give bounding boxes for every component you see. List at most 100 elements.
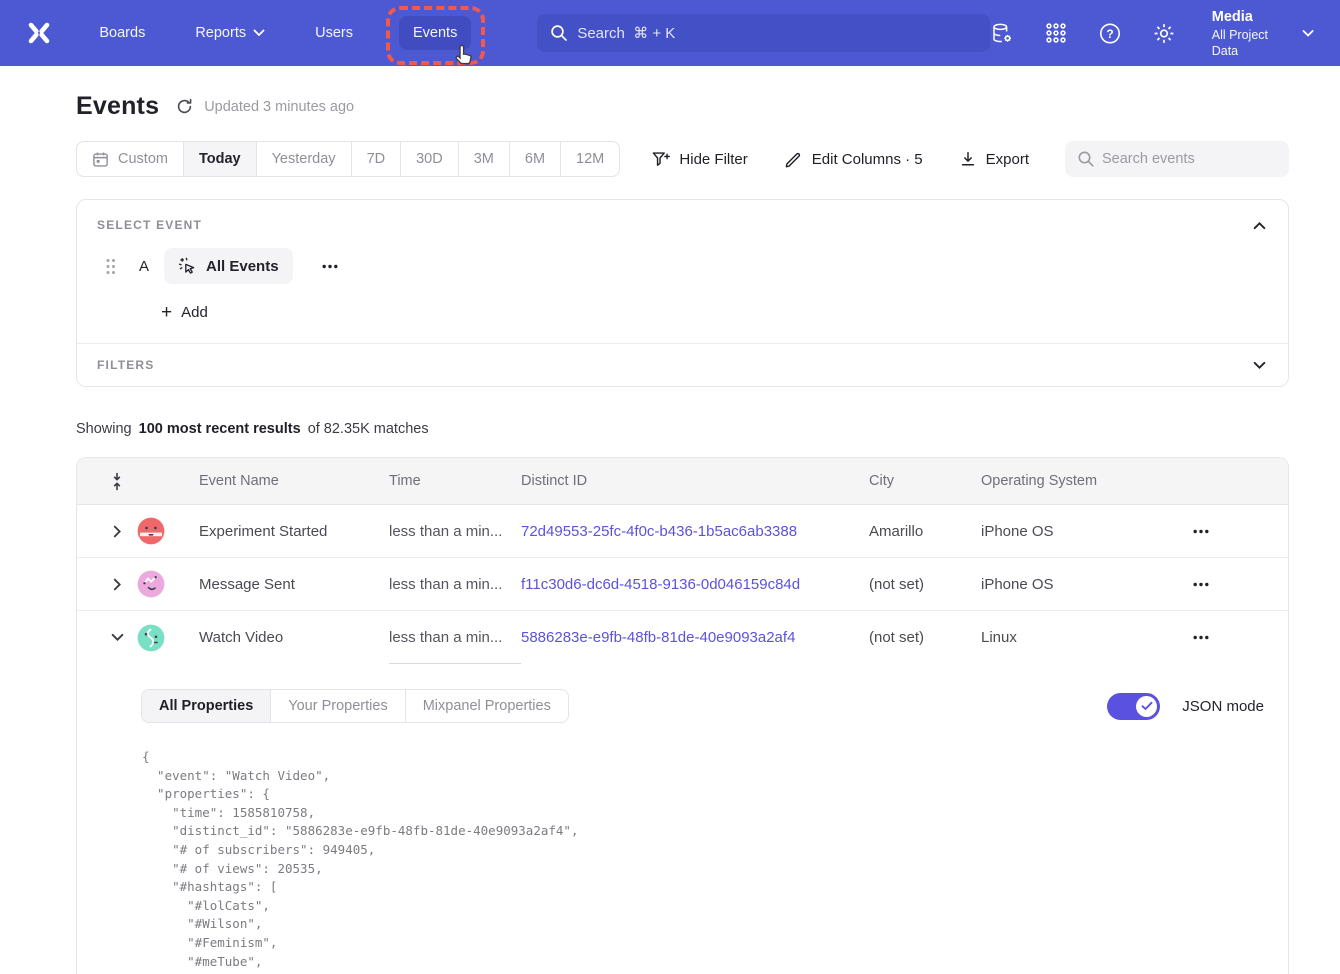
mixpanel-logo[interactable] (24, 18, 53, 48)
add-event-button[interactable]: + Add (77, 284, 208, 343)
project-scope: All Project Data (1212, 27, 1292, 59)
search-icon (1077, 150, 1095, 168)
event-more-options-button[interactable] (318, 260, 342, 273)
export-button[interactable]: Export (959, 150, 1029, 168)
event-selector-chip[interactable]: All Events (164, 248, 293, 284)
chevron-down-icon (253, 29, 265, 37)
toggle-knob (1136, 696, 1157, 717)
table-row[interactable]: Message Sent less than a min... f11c30d6… (77, 558, 1288, 611)
select-event-header: SELECT EVENT (77, 200, 1288, 232)
settings-gear-icon[interactable] (1152, 21, 1176, 45)
filters-label: FILTERS (97, 358, 155, 372)
cell-time: less than a min... (389, 505, 521, 557)
properties-tabs: All Properties Your Properties Mixpanel … (141, 689, 569, 723)
events-table: Event Name Time Distinct ID City Operati… (76, 457, 1289, 974)
nav-users[interactable]: Users (301, 16, 367, 50)
row-more-options-button[interactable] (1181, 635, 1221, 640)
cell-city: Amarillo (869, 523, 981, 540)
date-range-yesterday[interactable]: Yesterday (256, 142, 351, 176)
event-avatar (137, 570, 165, 598)
updated-text: Updated 3 minutes ago (204, 99, 354, 115)
date-range-custom[interactable]: Custom (77, 142, 183, 176)
drag-handle-icon[interactable] (105, 258, 116, 275)
event-avatar (137, 517, 165, 545)
date-range-6m[interactable]: 6M (509, 142, 560, 176)
date-range-12m[interactable]: 12M (560, 142, 619, 176)
date-range-control: Custom Today Yesterday 7D 30D 3M 6M 12M (76, 141, 620, 177)
search-icon (550, 24, 568, 42)
chevron-down-icon (111, 633, 124, 642)
cell-distinct-id-link[interactable]: 72d49553-25fc-4f0c-b436-1b5ac6ab3388 (521, 523, 869, 540)
nav-right-controls: ? Media All Project Data (990, 8, 1314, 59)
expand-row-button[interactable] (97, 578, 137, 591)
toolbar: Hide Filter Edit Columns · 5 Export (651, 141, 1289, 177)
tab-all-properties[interactable]: All Properties (142, 690, 270, 722)
cell-event-name: Watch Video (199, 629, 389, 646)
hand-cursor-icon (451, 43, 475, 69)
date-range-30d[interactable]: 30D (400, 142, 458, 176)
filters-section: FILTERS (77, 343, 1288, 386)
table-row-expanded[interactable]: Watch Video less than a min... 5886283e-… (77, 611, 1288, 664)
collapse-section-button[interactable] (1253, 221, 1266, 230)
cell-event-name: Experiment Started (199, 523, 389, 540)
cell-os: Linux (981, 629, 1181, 646)
filter-icon (651, 150, 670, 169)
hide-filter-button[interactable]: Hide Filter (651, 150, 747, 169)
global-search (537, 14, 989, 52)
cell-distinct-id-link[interactable]: 5886283e-e9fb-48fb-81de-40e9093a2af4 (521, 629, 869, 646)
page-content: Events Updated 3 minutes ago Custom Toda… (0, 92, 1340, 974)
col-os: Operating System (981, 473, 1181, 489)
tab-your-properties[interactable]: Your Properties (270, 690, 404, 722)
project-name: Media (1212, 8, 1292, 27)
col-city: City (869, 473, 981, 489)
search-events-input[interactable] (1065, 141, 1289, 177)
cell-city: (not set) (869, 629, 981, 646)
apps-grid-icon[interactable] (1044, 21, 1068, 45)
row-more-options-button[interactable] (1181, 529, 1221, 534)
date-range-today[interactable]: Today (183, 142, 256, 176)
chevron-down-icon (1253, 361, 1266, 370)
event-chip-label: All Events (206, 258, 279, 275)
event-json-view: { "event": "Watch Video", "properties": … (142, 748, 1288, 974)
chevron-right-icon (113, 578, 122, 591)
event-row-letter: A (139, 258, 149, 275)
expand-filters-button[interactable] (1253, 361, 1266, 370)
json-mode-label: JSON mode (1182, 698, 1264, 715)
global-search-input[interactable] (537, 14, 989, 52)
query-builder-card: SELECT EVENT A All Events (76, 199, 1289, 387)
pencil-icon (784, 150, 803, 169)
expand-row-button[interactable] (97, 525, 137, 538)
cell-time: less than a min... (389, 611, 521, 664)
date-range-3m[interactable]: 3M (458, 142, 509, 176)
collapse-row-button[interactable] (97, 633, 137, 642)
download-icon (959, 150, 977, 168)
nav-reports[interactable]: Reports (181, 16, 279, 50)
results-summary: Showing 100 most recent results of 82.35… (76, 421, 1289, 437)
chevron-right-icon (113, 525, 122, 538)
magic-cursor-icon (178, 257, 197, 276)
title-row: Events Updated 3 minutes ago (76, 92, 1289, 121)
row-more-options-button[interactable] (1181, 582, 1221, 587)
cell-time: less than a min... (389, 558, 521, 610)
date-range-7d[interactable]: 7D (351, 142, 401, 176)
table-row[interactable]: Experiment Started less than a min... 72… (77, 505, 1288, 558)
json-mode-toggle[interactable] (1107, 693, 1160, 720)
updated-status: Updated 3 minutes ago (175, 97, 354, 116)
check-icon (1141, 701, 1153, 711)
sort-icon[interactable] (97, 472, 137, 491)
data-management-icon[interactable] (990, 21, 1014, 45)
col-distinct-id: Distinct ID (521, 473, 869, 489)
cell-distinct-id-link[interactable]: f11c30d6-dc6d-4518-9136-0d046159c84d (521, 576, 869, 593)
project-switcher[interactable]: Media All Project Data (1212, 8, 1314, 59)
top-navbar: Boards Reports Users Events (0, 0, 1340, 66)
nav-boards[interactable]: Boards (85, 16, 159, 50)
page-title: Events (76, 92, 159, 121)
refresh-icon[interactable] (175, 97, 194, 116)
col-time: Time (389, 473, 521, 489)
table-header-row: Event Name Time Distinct ID City Operati… (77, 458, 1288, 505)
edit-columns-button[interactable]: Edit Columns · 5 (784, 150, 923, 169)
tab-mixpanel-properties[interactable]: Mixpanel Properties (405, 690, 568, 722)
help-icon[interactable]: ? (1098, 21, 1122, 45)
add-label: Add (181, 304, 208, 321)
results-summary-bold: 100 most recent results (139, 421, 301, 437)
